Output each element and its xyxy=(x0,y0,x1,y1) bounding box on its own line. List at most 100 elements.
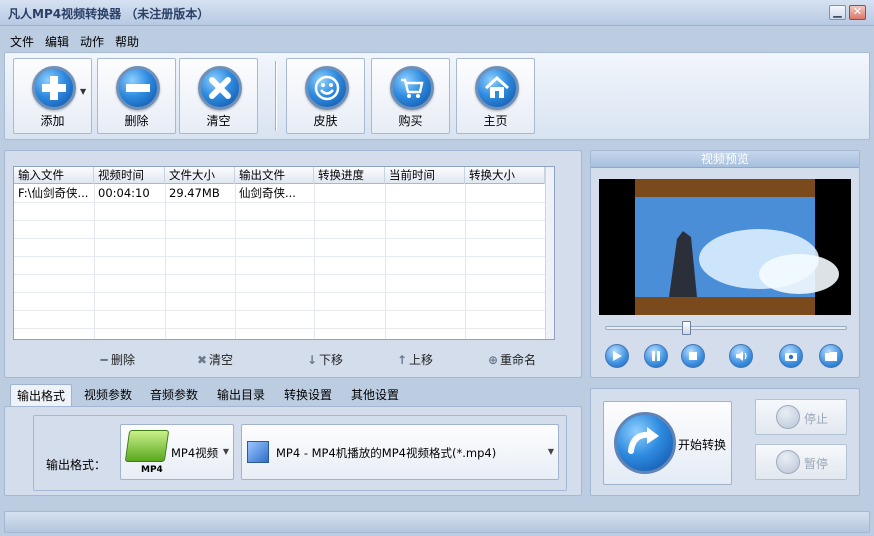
grid-line xyxy=(235,184,236,339)
menu-file[interactable]: 文件 xyxy=(10,33,34,50)
stop-convert-button[interactable]: 停止 xyxy=(755,399,847,435)
column-header[interactable]: 文件大小 xyxy=(165,167,235,184)
menu-bar: 文件 编辑 动作 帮助 xyxy=(0,30,874,50)
camera-icon xyxy=(785,353,797,361)
tab-output-dir[interactable]: 输出目录 xyxy=(211,384,271,406)
column-header[interactable]: 转换进度 xyxy=(314,167,385,184)
x-icon xyxy=(198,66,242,110)
format-category-select[interactable]: MP4 MP4视频 ▼ xyxy=(120,424,234,480)
arrow-up-icon: ↑ xyxy=(396,353,408,367)
volume-button[interactable] xyxy=(729,344,753,368)
video-frame-image xyxy=(599,179,851,315)
file-table[interactable]: 输入文件 视频时间 文件大小 输出文件 转换进度 当前时间 转换大小 F:\仙剑… xyxy=(13,166,555,340)
list-clear-label: 清空 xyxy=(209,353,234,367)
format-category-value: MP4视频 xyxy=(171,446,219,460)
home-label: 主页 xyxy=(483,114,508,128)
pause-convert-label: 暂停 xyxy=(804,457,829,471)
home-icon xyxy=(475,66,519,110)
preview-title: 视频预览 xyxy=(591,151,859,168)
slider-thumb[interactable] xyxy=(682,321,691,335)
table-cell: 29.47MB xyxy=(169,186,220,200)
tab-convert-settings[interactable]: 转换设置 xyxy=(278,384,338,406)
play-button[interactable] xyxy=(605,344,629,368)
start-convert-label: 开始转换 xyxy=(678,438,727,452)
snapshot-button[interactable] xyxy=(779,344,803,368)
minimize-button[interactable]: ▁ xyxy=(829,5,846,20)
grid-line xyxy=(14,202,547,203)
grid-line xyxy=(94,184,95,339)
mp4-device-icon xyxy=(124,430,170,462)
x-icon: ✖ xyxy=(196,353,208,367)
table-row[interactable]: F:\仙剑奇侠... 00:04:10 29.47MB 仙剑奇侠... xyxy=(14,185,545,202)
chevron-down-icon[interactable]: ▼ xyxy=(80,87,86,96)
skin-label: 皮肤 xyxy=(313,114,338,128)
vertical-scrollbar[interactable] xyxy=(545,167,554,339)
delete-button[interactable]: 删除 xyxy=(97,58,176,134)
column-header[interactable]: 视频时间 xyxy=(94,167,165,184)
cube-icon xyxy=(247,441,269,463)
delete-label: 删除 xyxy=(124,114,149,128)
skin-button[interactable]: 皮肤 xyxy=(286,58,365,134)
move-up-button[interactable]: ↑ 上移 xyxy=(395,351,433,368)
menu-action[interactable]: 动作 xyxy=(80,33,104,50)
column-header[interactable]: 转换大小 xyxy=(465,167,545,184)
tab-video-params[interactable]: 视频参数 xyxy=(78,384,138,406)
pause-button[interactable] xyxy=(644,344,668,368)
rename-label: 重命名 xyxy=(500,353,537,367)
menu-help[interactable]: 帮助 xyxy=(115,33,139,50)
tab-output-format[interactable]: 输出格式 xyxy=(10,384,73,406)
move-down-label: 下移 xyxy=(319,353,344,367)
mp4-icon-label: MP4 xyxy=(141,465,163,475)
list-clear-button[interactable]: ✖ 清空 xyxy=(195,351,233,368)
table-header: 输入文件 视频时间 文件大小 输出文件 转换进度 当前时间 转换大小 xyxy=(14,167,554,184)
arrow-down-icon: ↓ xyxy=(306,353,318,367)
column-header[interactable]: 输出文件 xyxy=(235,167,314,184)
stop-button[interactable] xyxy=(681,344,705,368)
open-folder-button[interactable] xyxy=(819,344,843,368)
grid-line xyxy=(314,184,315,339)
folder-icon xyxy=(825,352,837,361)
buy-label: 购买 xyxy=(398,114,423,128)
toolbar-separator xyxy=(275,61,277,131)
chevron-down-icon: ▼ xyxy=(547,447,554,456)
cart-icon xyxy=(390,66,434,110)
plus-icon xyxy=(32,66,76,110)
table-cell: 00:04:10 xyxy=(98,186,150,200)
pause-icon xyxy=(652,351,660,361)
minus-icon: ━ xyxy=(100,353,108,367)
menu-edit[interactable]: 编辑 xyxy=(45,33,69,50)
close-button[interactable]: ✕ xyxy=(849,5,866,20)
home-button[interactable]: 主页 xyxy=(456,58,535,134)
list-delete-button[interactable]: ━ 删除 xyxy=(97,351,135,368)
stop-icon xyxy=(776,405,800,429)
move-down-button[interactable]: ↓ 下移 xyxy=(305,351,343,368)
column-header[interactable]: 输入文件 xyxy=(14,167,94,184)
table-cell: F:\仙剑奇侠... xyxy=(18,186,89,200)
buy-button[interactable]: 购买 xyxy=(371,58,450,134)
seek-slider[interactable] xyxy=(605,321,847,335)
grid-line xyxy=(465,184,466,339)
tab-other-settings[interactable]: 其他设置 xyxy=(345,384,405,406)
list-delete-label: 删除 xyxy=(111,353,136,367)
tab-audio-params[interactable]: 音频参数 xyxy=(144,384,204,406)
grid-line xyxy=(14,310,547,311)
rename-button[interactable]: ⊕ 重命名 xyxy=(486,351,536,368)
format-profile-select[interactable]: MP4 - MP4机播放的MP4视频格式(*.mp4) ▼ xyxy=(241,424,559,480)
clear-button[interactable]: 清空 xyxy=(179,58,258,134)
clear-label: 清空 xyxy=(206,114,231,128)
pause-convert-button[interactable]: 暂停 xyxy=(755,444,847,480)
format-label: 输出格式： xyxy=(46,458,107,472)
grid-line xyxy=(14,328,547,329)
format-panel: 输出格式： MP4 MP4视频 ▼ MP4 - MP4机播放的MP4视频格式(*… xyxy=(4,406,582,496)
pause-icon xyxy=(776,450,800,474)
grid-line xyxy=(14,220,547,221)
start-convert-button[interactable]: 开始转换 xyxy=(603,401,732,485)
add-button[interactable]: ▼ 添加 xyxy=(13,58,92,134)
close-icon: ✕ xyxy=(852,5,863,18)
column-header[interactable]: 当前时间 xyxy=(385,167,465,184)
grid-line xyxy=(14,238,547,239)
video-preview xyxy=(599,179,851,315)
convert-arrow-icon xyxy=(614,412,676,474)
table-cell: 仙剑奇侠... xyxy=(239,186,296,200)
minimize-icon: ▁ xyxy=(833,5,842,18)
